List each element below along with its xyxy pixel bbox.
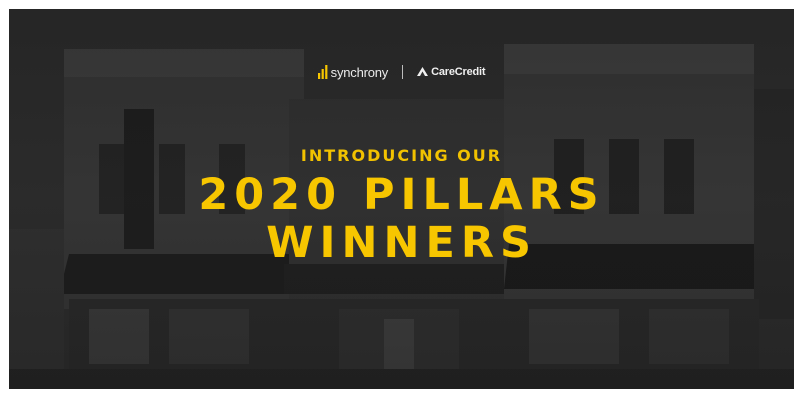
synchrony-wordmark: synchrony [330,64,389,80]
synchrony-mark-icon [317,64,328,80]
carecredit-mark-icon [417,63,429,81]
banner-image: synchrony CareCredit INTRODUCING OUR 202… [9,9,794,389]
carecredit-logo: CareCredit [417,63,486,81]
logo-bar: synchrony CareCredit [9,63,794,81]
intro-text: INTRODUCING OUR [300,146,503,165]
logo-divider [402,65,404,79]
headline: 2020 PILLARS WINNERS [9,171,794,267]
carecredit-wordmark: CareCredit [431,66,486,78]
headline-line-1: 2020 PILLARS [198,170,605,220]
synchrony-logo: synchrony [317,64,389,80]
headline-line-2: WINNERS [266,218,537,268]
